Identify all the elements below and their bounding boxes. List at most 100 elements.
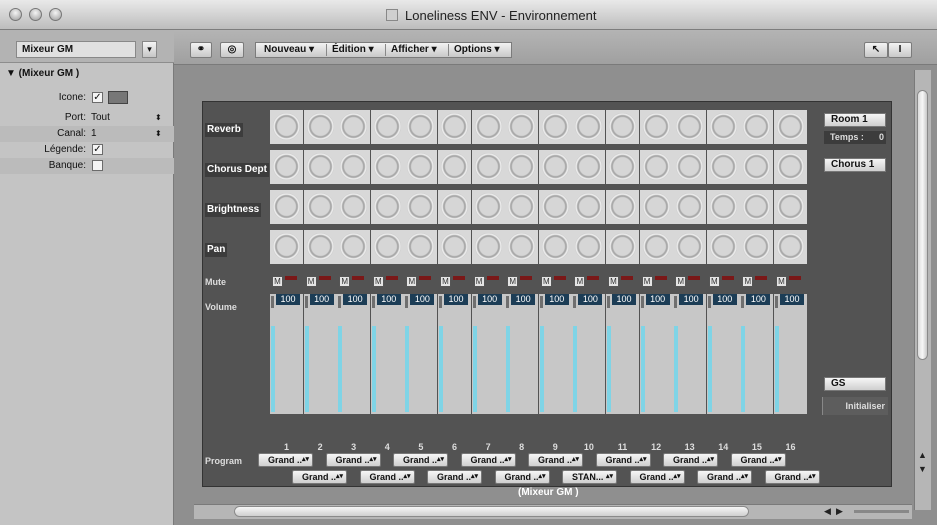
fader-cap[interactable]	[640, 296, 644, 308]
reverb-type-button[interactable]: Room 1	[824, 113, 886, 127]
mute-button[interactable]: M	[339, 276, 351, 287]
temps-value[interactable]: 0	[879, 131, 884, 144]
pan-knob[interactable]	[438, 230, 471, 264]
pan-knob[interactable]	[572, 230, 606, 264]
reverb-knob[interactable]	[706, 110, 740, 144]
reverb-knob[interactable]	[639, 110, 673, 144]
program-button[interactable]: Grand .. ▴▾	[427, 470, 482, 484]
volume-value[interactable]: 100	[376, 294, 401, 305]
program-button[interactable]: Grand .. ▴▾	[359, 470, 415, 484]
pan-knob[interactable]	[404, 230, 438, 264]
chorus-knob[interactable]	[438, 150, 471, 184]
zoom-window-button[interactable]	[49, 8, 62, 21]
icon-checkbox[interactable]: ✓	[92, 92, 103, 103]
chorus-knob[interactable]	[337, 150, 371, 184]
pan-knob[interactable]	[774, 230, 807, 264]
fader-cap[interactable]	[338, 296, 342, 308]
mute-button[interactable]: M	[675, 276, 687, 287]
mute-button[interactable]: M	[272, 276, 283, 287]
volume-value[interactable]: 100	[712, 294, 737, 305]
chorus-knob[interactable]	[774, 150, 807, 184]
layer-select[interactable]: Mixeur GM	[16, 41, 136, 58]
volume-value[interactable]: 100	[511, 294, 536, 305]
brightness-knob[interactable]	[572, 190, 606, 224]
volume-fader[interactable]	[303, 294, 337, 414]
volume-fader[interactable]	[471, 294, 505, 414]
object-icon-preview[interactable]	[108, 91, 128, 104]
volume-fader[interactable]	[505, 294, 539, 414]
chorus-knob[interactable]	[538, 150, 572, 184]
pointer-tool-icon[interactable]: ↖	[864, 42, 888, 58]
scroll-left-arrow-icon[interactable]: ◀	[824, 506, 831, 517]
channel-stepper-icon[interactable]: ⬍	[155, 126, 162, 142]
volume-value[interactable]: 100	[444, 294, 468, 305]
volume-fader[interactable]	[438, 294, 471, 414]
reverb-knob[interactable]	[572, 110, 606, 144]
fader-cap[interactable]	[439, 296, 442, 308]
fader-cap[interactable]	[271, 296, 274, 308]
minimize-window-button[interactable]	[29, 8, 42, 21]
chorus-knob[interactable]	[639, 150, 673, 184]
pan-knob[interactable]	[270, 230, 303, 264]
gs-mode-button[interactable]: GS	[824, 377, 886, 391]
volume-fader[interactable]	[572, 294, 606, 414]
volume-fader[interactable]	[606, 294, 639, 414]
chorus-knob[interactable]	[740, 150, 774, 184]
mute-button[interactable]: M	[708, 276, 720, 287]
mute-button[interactable]: M	[372, 276, 384, 287]
volume-value[interactable]: 100	[477, 294, 502, 305]
program-button[interactable]: STAN... ▴▾	[562, 470, 617, 484]
channel-value[interactable]: 1	[91, 126, 97, 142]
mute-button[interactable]: M	[305, 276, 317, 287]
volume-value[interactable]: 100	[410, 294, 435, 305]
pan-knob[interactable]	[639, 230, 673, 264]
volume-value[interactable]: 100	[679, 294, 704, 305]
fader-cap[interactable]	[472, 296, 476, 308]
scroll-right-arrow-icon[interactable]: ▶	[836, 506, 843, 517]
horizontal-scrollbar[interactable]: ◀ ▶	[194, 504, 912, 519]
program-button[interactable]: Grand .. ▴▾	[764, 470, 820, 484]
mute-button[interactable]: M	[406, 276, 418, 287]
chorus-knob[interactable]	[370, 150, 404, 184]
scroll-down-arrow-icon[interactable]: ▼	[918, 464, 927, 474]
brightness-knob[interactable]	[303, 190, 337, 224]
program-button[interactable]: Grand .. ▴▾	[292, 470, 347, 484]
vertical-scroll-thumb[interactable]	[917, 90, 928, 360]
fader-cap[interactable]	[607, 296, 610, 308]
chorus-knob[interactable]	[606, 150, 639, 184]
brightness-knob[interactable]	[438, 190, 471, 224]
port-stepper-icon[interactable]: ⬍	[155, 110, 162, 126]
reverb-knob[interactable]	[538, 110, 572, 144]
brightness-knob[interactable]	[774, 190, 807, 224]
chorus-knob[interactable]	[303, 150, 337, 184]
brightness-knob[interactable]	[740, 190, 774, 224]
close-window-button[interactable]	[9, 8, 22, 21]
brightness-knob[interactable]	[370, 190, 404, 224]
mute-button[interactable]: M	[540, 276, 552, 287]
pan-knob[interactable]	[337, 230, 371, 264]
program-button[interactable]: Grand .. ▴▾	[730, 453, 786, 467]
mute-button[interactable]: M	[776, 276, 787, 287]
volume-value[interactable]: 100	[746, 294, 771, 305]
program-button[interactable]: Grand .. ▴▾	[393, 453, 448, 467]
midi-out-icon[interactable]: ◎	[220, 42, 244, 58]
volume-value[interactable]: 100	[544, 294, 569, 305]
program-button[interactable]: Grand .. ▴▾	[595, 453, 651, 467]
pan-knob[interactable]	[370, 230, 404, 264]
fader-cap[interactable]	[674, 296, 678, 308]
vertical-scrollbar[interactable]: ▲ ▼	[914, 70, 931, 510]
volume-fader[interactable]	[673, 294, 707, 414]
reverb-knob[interactable]	[740, 110, 774, 144]
menu-afficher[interactable]: Afficher ▾	[391, 43, 437, 57]
reverb-knob[interactable]	[774, 110, 807, 144]
reverb-knob[interactable]	[404, 110, 438, 144]
chorus-knob[interactable]	[706, 150, 740, 184]
reverb-knob[interactable]	[606, 110, 639, 144]
brightness-knob[interactable]	[673, 190, 707, 224]
legend-checkbox[interactable]: ✓	[92, 144, 103, 155]
chorus-knob[interactable]	[471, 150, 505, 184]
reverb-knob[interactable]	[270, 110, 303, 144]
fader-cap[interactable]	[573, 296, 577, 308]
menu-edition[interactable]: Édition ▾	[332, 43, 374, 57]
pan-knob[interactable]	[303, 230, 337, 264]
